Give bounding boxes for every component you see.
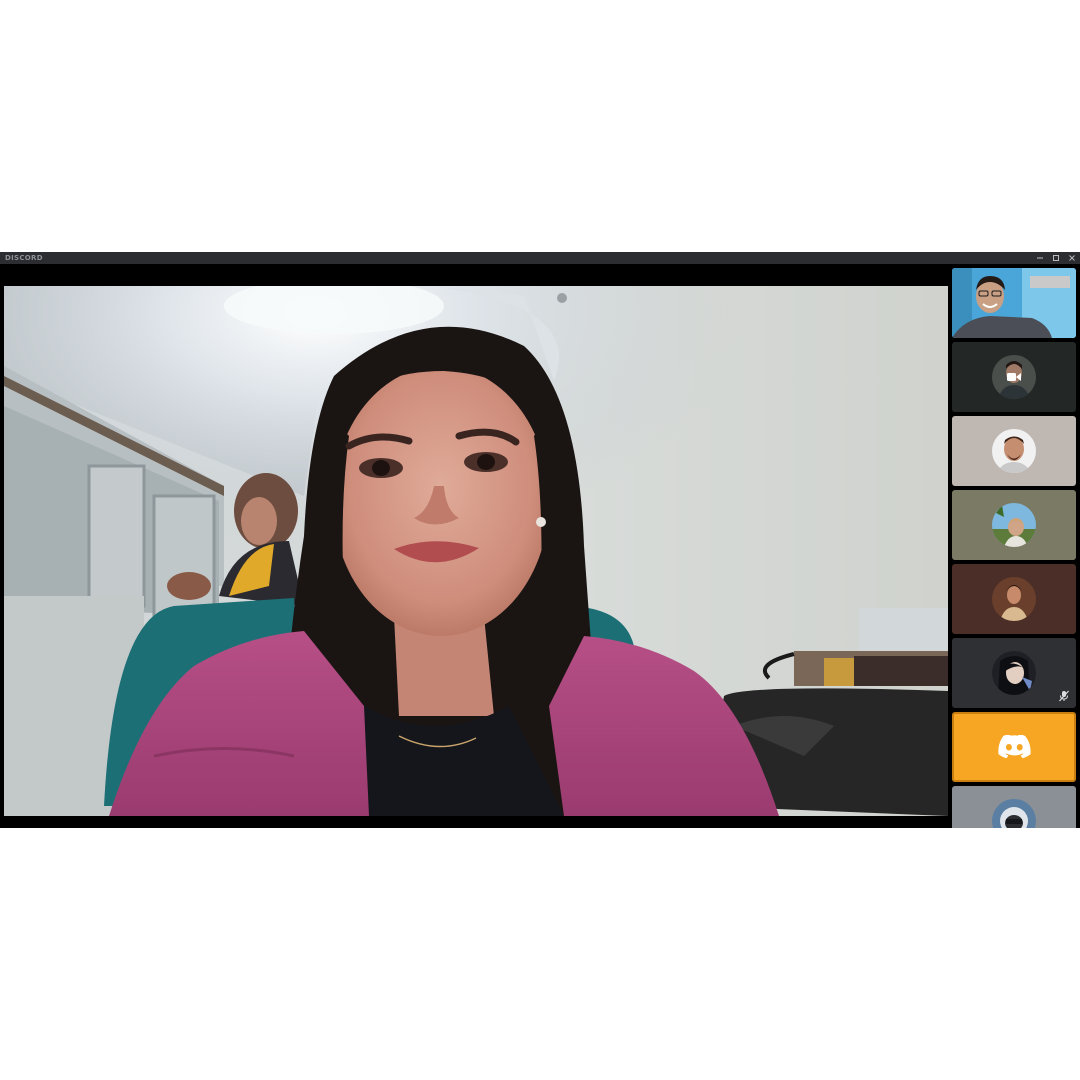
participant-tile[interactable]	[952, 490, 1076, 560]
avatar	[992, 577, 1036, 621]
avatar	[992, 799, 1036, 828]
minimize-icon	[1037, 257, 1043, 259]
avatar	[992, 503, 1036, 547]
participant-tile[interactable]	[952, 786, 1076, 828]
app-title: DISCORD	[5, 254, 43, 262]
webcam-video-thumbnail	[952, 268, 1076, 338]
participant-tile-rail	[952, 268, 1076, 828]
minimize-button[interactable]	[1036, 254, 1044, 262]
discord-logo-tile[interactable]	[952, 712, 1076, 782]
avatar	[992, 651, 1036, 695]
avatar	[992, 429, 1036, 473]
microphone-muted-icon	[1059, 690, 1069, 702]
main-video-stage[interactable]	[4, 286, 948, 816]
participant-tile[interactable]	[952, 564, 1076, 634]
discord-logo-icon	[998, 735, 1031, 759]
maximize-icon	[1053, 255, 1059, 261]
participant-tile[interactable]	[952, 342, 1076, 412]
discord-window: DISCORD	[0, 252, 1080, 828]
window-controls	[1036, 252, 1076, 264]
video-camera-icon	[1007, 373, 1021, 381]
close-icon	[1069, 255, 1075, 261]
maximize-button[interactable]	[1052, 254, 1060, 262]
close-button[interactable]	[1068, 254, 1076, 262]
participant-tile[interactable]	[952, 638, 1076, 708]
participant-tile[interactable]	[952, 416, 1076, 486]
participant-tile[interactable]	[952, 268, 1076, 338]
participant-video	[4, 286, 948, 816]
title-bar: DISCORD	[0, 252, 1080, 264]
